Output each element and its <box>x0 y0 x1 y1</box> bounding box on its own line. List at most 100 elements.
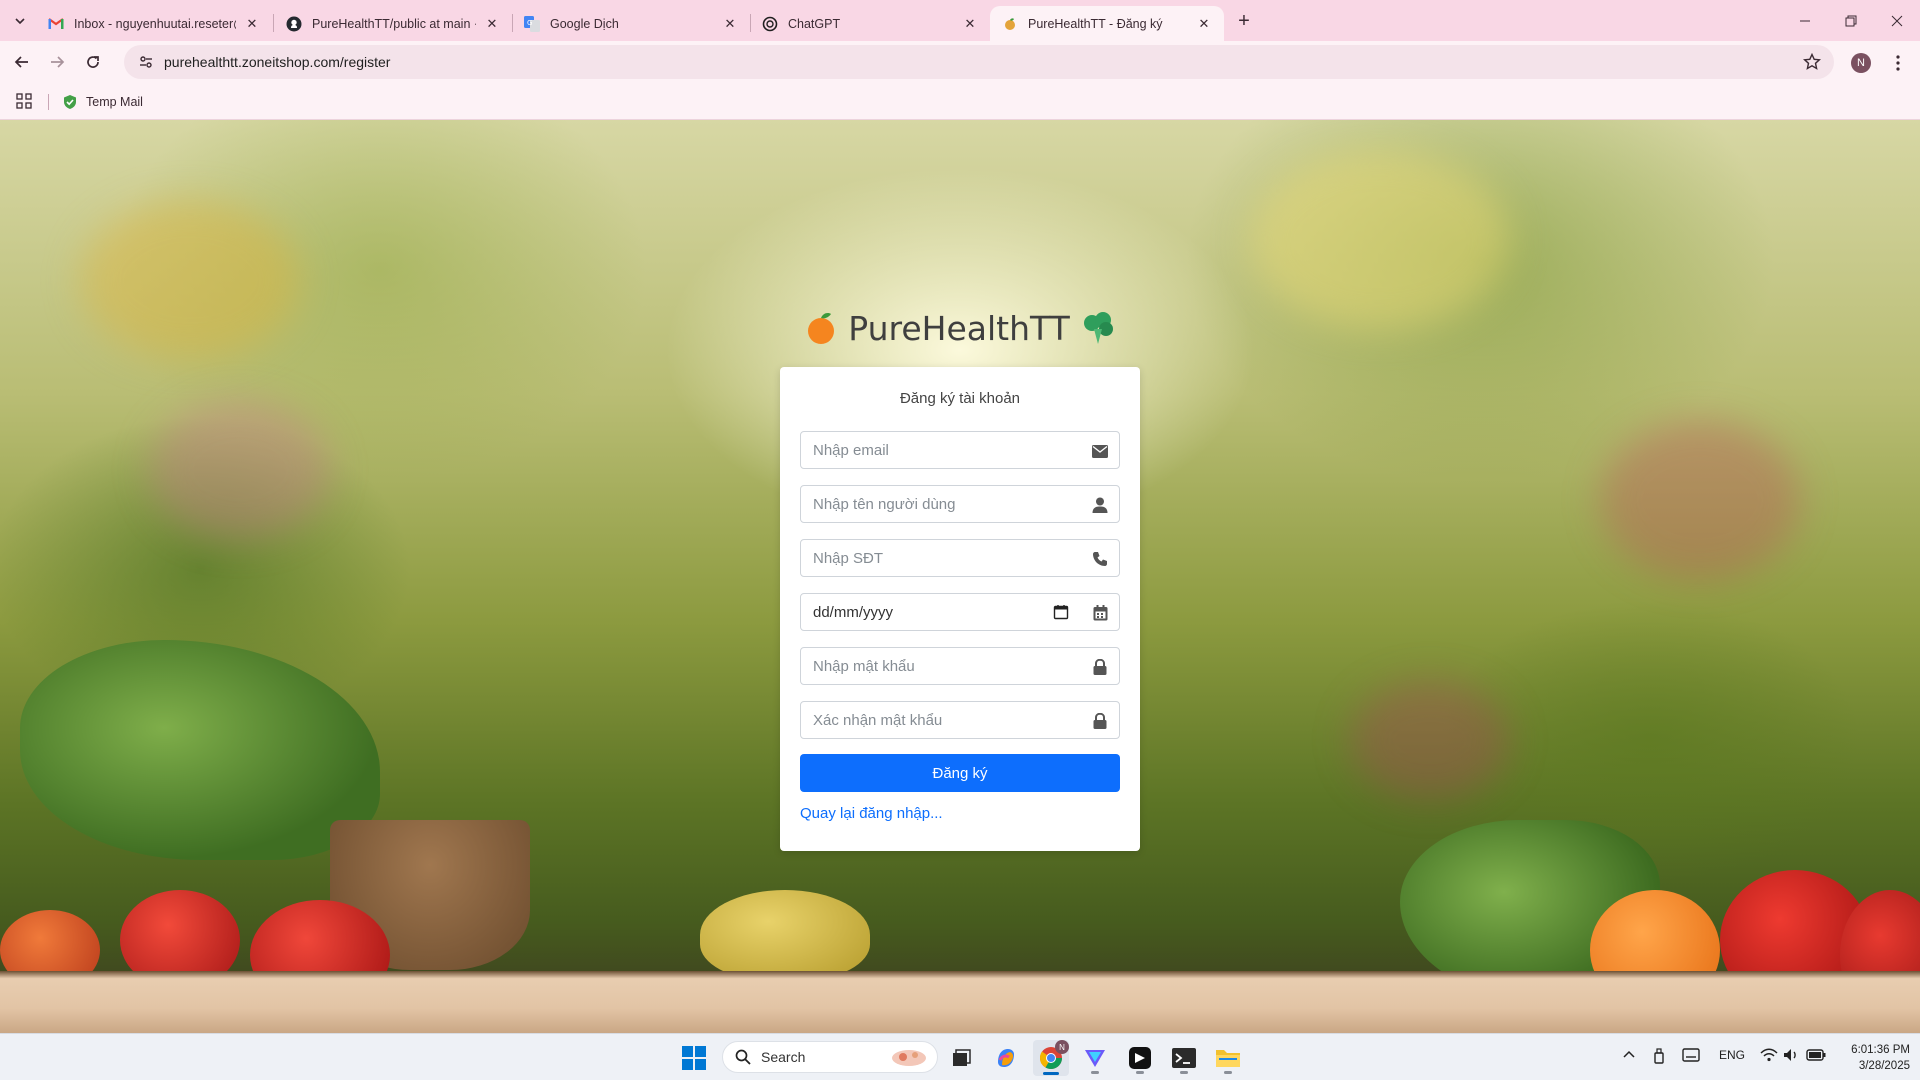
running-indicator <box>1180 1071 1188 1074</box>
folder-icon <box>1216 1050 1240 1067</box>
close-icon <box>1891 15 1903 26</box>
arrow-right-icon <box>51 56 65 68</box>
squash-illustration <box>700 890 870 980</box>
close-tab-icon[interactable]: ✕ <box>484 16 500 32</box>
phone-input[interactable] <box>801 540 1119 576</box>
lock-icon <box>1091 712 1109 730</box>
bookmark-star-icon[interactable] <box>1802 52 1822 72</box>
password-input[interactable] <box>801 648 1119 684</box>
user-icon <box>1091 496 1109 514</box>
close-tab-icon[interactable]: ✕ <box>962 16 978 32</box>
search-icon <box>735 1049 751 1065</box>
more-menu-icon[interactable] <box>1886 51 1910 75</box>
tab-title: PureHealthTT/public at main · n <box>312 16 476 31</box>
search-highlight-icon <box>892 1050 926 1066</box>
greens-illustration <box>20 640 380 860</box>
tab-strip: Inbox - nguyenhuutai.reseter@ ✕ PureHeal… <box>0 0 1920 41</box>
bookmarks-divider <box>48 94 49 110</box>
birthdate-value: dd/mm/yyyy <box>813 604 894 621</box>
birthdate-field[interactable]: dd/mm/yyyy <box>800 593 1120 631</box>
calendar-icon <box>1091 604 1109 622</box>
register-page: PureHealthTT Đăng ký tài khoản dd/mm/yyy… <box>0 120 1920 1033</box>
system-clock[interactable]: 6:01:36 PM 3/28/2025 <box>1830 1042 1910 1074</box>
task-view-icon <box>953 1049 971 1066</box>
copilot-icon <box>998 1049 1014 1067</box>
arrow-left-icon <box>14 56 28 68</box>
vpn-app-button[interactable] <box>1077 1040 1113 1076</box>
capcut-button[interactable] <box>1122 1040 1158 1076</box>
terminal-button[interactable] <box>1166 1040 1202 1076</box>
email-field <box>800 431 1120 469</box>
bookmark-label: Temp Mail <box>86 95 143 109</box>
tab-gmail[interactable]: Inbox - nguyenhuutai.reseter@ ✕ <box>36 6 272 41</box>
broccoli-icon <box>1083 312 1113 344</box>
battery-icon[interactable] <box>1806 1048 1826 1065</box>
orange-icon <box>808 313 835 344</box>
chrome-profile-badge: N <box>1055 1040 1069 1054</box>
close-window-button[interactable] <box>1874 0 1920 41</box>
background-blur <box>1350 680 1510 800</box>
close-tab-icon[interactable]: ✕ <box>722 16 738 32</box>
url-text: purehealthtt.zoneitshop.com/register <box>164 54 391 70</box>
chrome-taskbar-button[interactable]: N <box>1033 1040 1069 1076</box>
tab-title: PureHealthTT - Đăng ký <box>1028 16 1163 31</box>
restore-button[interactable] <box>1828 0 1874 41</box>
tab-chatgpt[interactable]: ChatGPT ✕ <box>750 6 990 41</box>
capcut-icon <box>1129 1047 1151 1069</box>
shield-check-icon <box>64 95 76 109</box>
new-tab-button[interactable]: + <box>1232 9 1256 33</box>
svg-text:G: G <box>527 19 532 27</box>
register-button[interactable]: Đăng ký <box>800 754 1120 792</box>
task-view-button[interactable] <box>943 1040 979 1076</box>
wifi-icon[interactable] <box>1760 1048 1778 1065</box>
lock-icon <box>1091 658 1109 676</box>
phone-icon <box>1091 550 1109 568</box>
running-indicator <box>1043 1072 1059 1075</box>
taskbar-search[interactable]: Search <box>722 1041 938 1073</box>
bookmark-temp-mail[interactable]: Temp Mail <box>62 90 143 114</box>
chatgpt-icon <box>762 16 778 32</box>
envelope-icon <box>1091 442 1109 460</box>
back-button[interactable] <box>7 47 37 77</box>
site-info-icon[interactable] <box>130 45 162 79</box>
profile-avatar[interactable]: N <box>1851 53 1871 73</box>
reload-button[interactable] <box>78 47 108 77</box>
password-field <box>800 647 1120 685</box>
tab-title: Google Dịch <box>550 16 619 31</box>
email-input[interactable] <box>801 432 1119 468</box>
restore-icon <box>1845 15 1857 26</box>
minimize-button[interactable] <box>1782 0 1828 41</box>
language-indicator[interactable]: ENG <box>1719 1048 1745 1062</box>
volume-icon[interactable] <box>1783 1048 1799 1065</box>
copilot-button[interactable] <box>988 1040 1024 1076</box>
forward-button[interactable] <box>42 47 72 77</box>
confirm-password-field <box>800 701 1120 739</box>
close-tab-icon[interactable]: ✕ <box>1196 16 1212 32</box>
google-translate-icon: G <box>524 15 540 32</box>
address-bar[interactable]: purehealthtt.zoneitshop.com/register <box>124 45 1834 79</box>
windows-taskbar: Search N ENG 6:01:36 PM 3/28/2025 <box>0 1033 1920 1080</box>
confirm-password-input[interactable] <box>801 702 1119 738</box>
file-explorer-button[interactable] <box>1210 1040 1246 1076</box>
keyboard-layout-icon[interactable] <box>1682 1048 1700 1065</box>
reload-icon <box>87 56 99 68</box>
username-input[interactable] <box>801 486 1119 522</box>
close-tab-icon[interactable]: ✕ <box>244 16 260 32</box>
back-to-login-link[interactable]: Quay lại đăng nhập... <box>800 805 943 822</box>
tab-google-translate[interactable]: G Google Dịch ✕ <box>512 6 750 41</box>
tab-purehealth-register[interactable]: PureHealthTT - Đăng ký ✕ <box>990 6 1224 41</box>
minimize-icon <box>1800 20 1810 21</box>
running-indicator <box>1224 1071 1232 1074</box>
start-button[interactable] <box>676 1040 712 1076</box>
usb-icon[interactable] <box>1652 1048 1666 1067</box>
chevron-down-icon <box>15 18 25 25</box>
apps-grid-icon[interactable] <box>16 93 34 111</box>
clock-date: 3/28/2025 <box>1858 1060 1910 1072</box>
search-label: Search <box>761 1049 806 1065</box>
tray-overflow-icon[interactable] <box>1622 1048 1636 1065</box>
tab-github[interactable]: PureHealthTT/public at main · n ✕ <box>274 6 512 41</box>
tab-search-button[interactable] <box>8 9 32 33</box>
background-blur <box>1600 420 1800 580</box>
github-icon <box>286 16 302 32</box>
date-picker-icon[interactable] <box>1053 604 1069 620</box>
